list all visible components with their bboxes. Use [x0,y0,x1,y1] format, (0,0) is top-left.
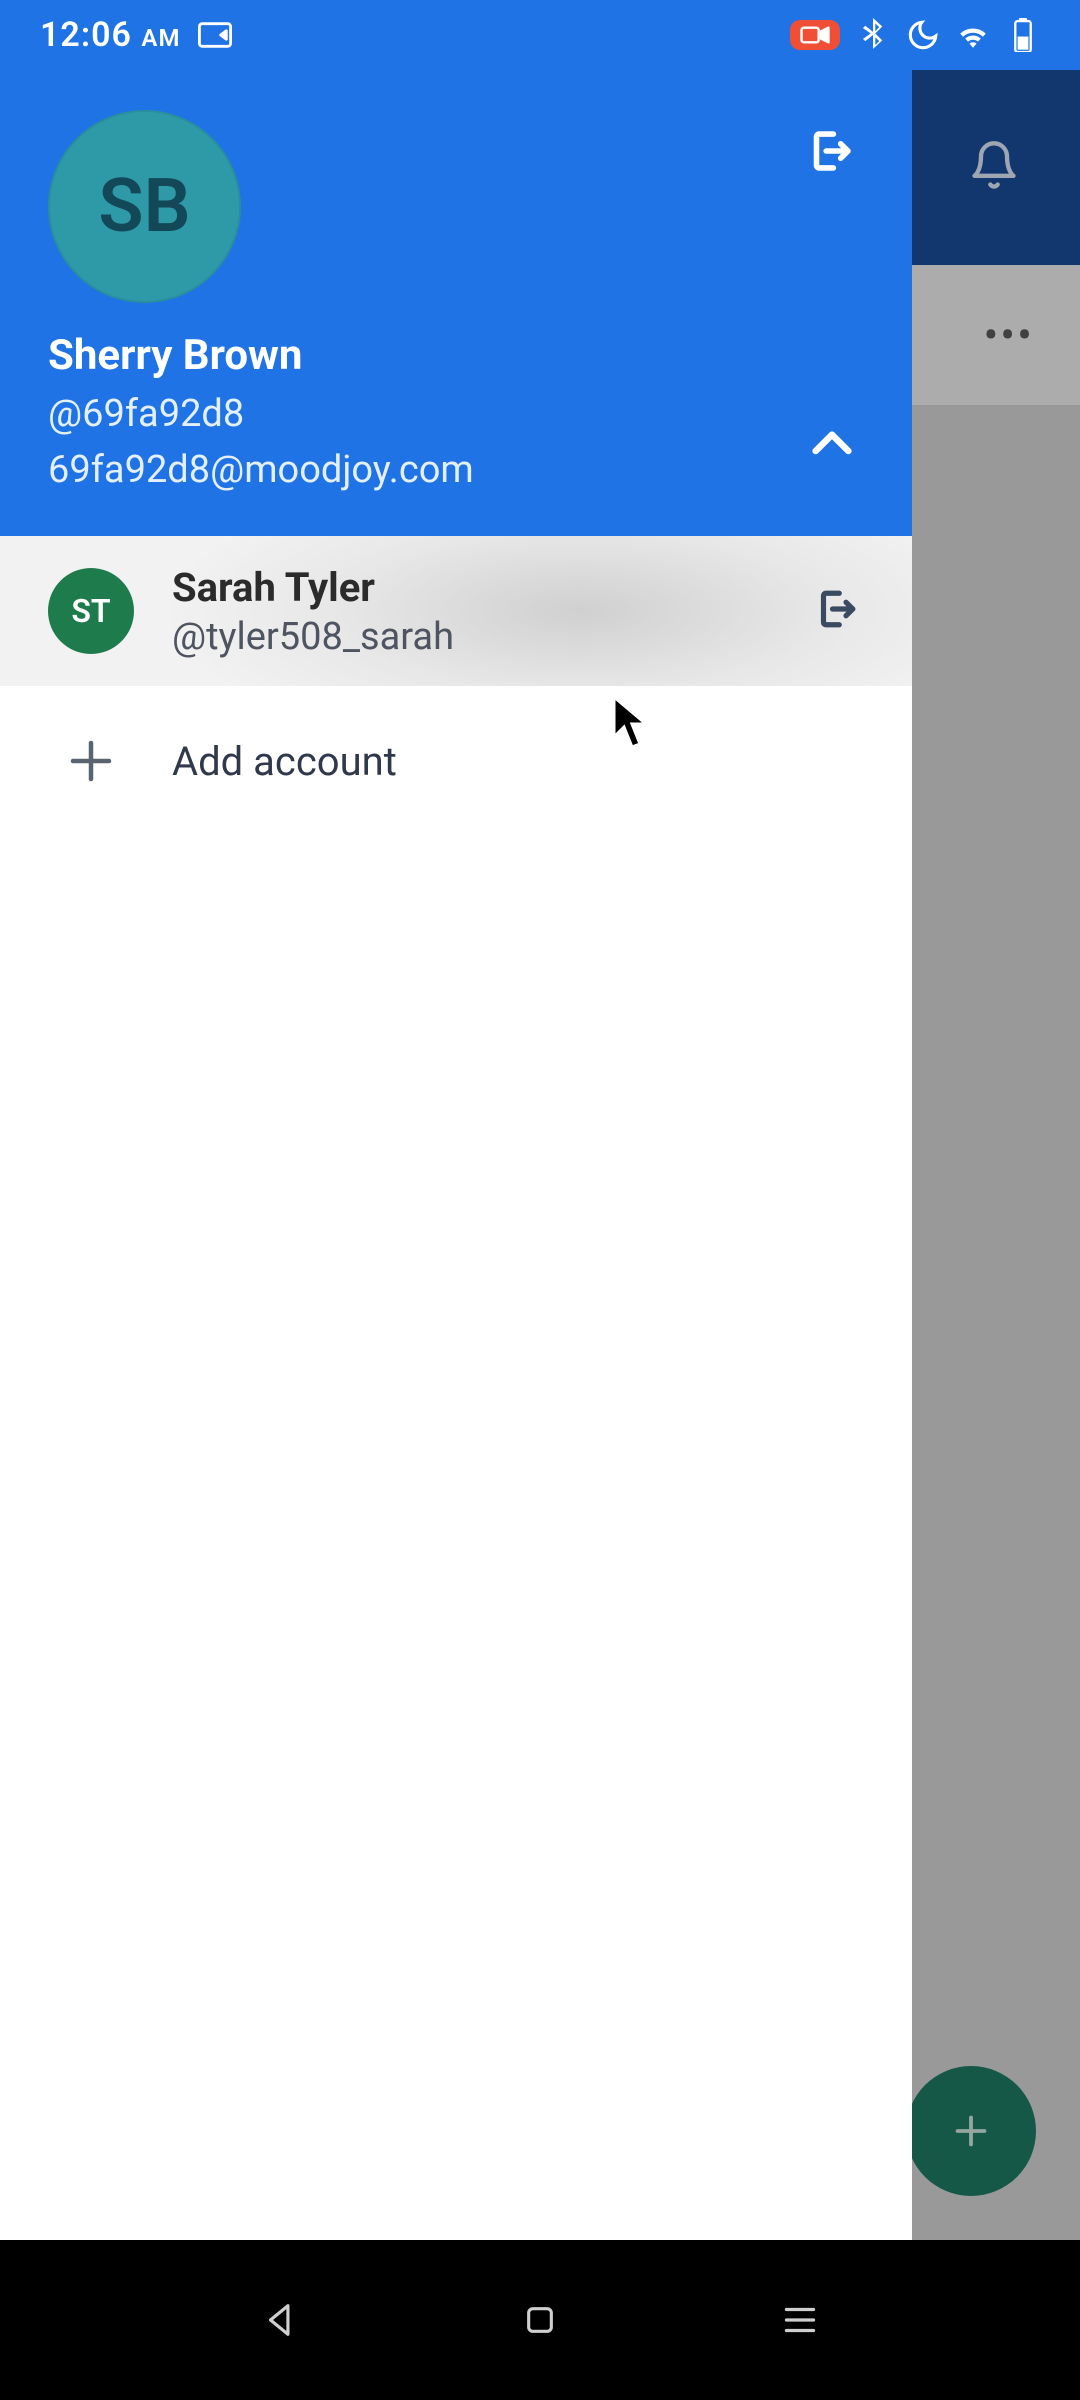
nav-back-button[interactable] [250,2290,310,2350]
current-account-handle: @69fa92d8 [48,392,864,436]
avatar-initials: ST [71,592,110,630]
avatar-initials: SB [98,163,190,250]
plus-icon [48,718,134,804]
account-name: Sarah Tyler [172,564,772,611]
account-info: Sarah Tyler @tyler508_sarah [172,564,772,659]
drawer-header: SB Sherry Brown @69fa92d8 69fa92d8@moodj… [0,70,912,536]
chevron-up-icon [804,416,860,472]
add-account-label: Add account [172,738,397,785]
account-avatar: ST [48,568,134,654]
collapse-accounts-button[interactable] [804,416,860,476]
current-account-avatar[interactable]: SB [48,110,241,303]
current-account-email: 69fa92d8@moodjoy.com [48,448,864,492]
sign-out-account-button[interactable] [810,582,864,640]
cast-icon [198,18,232,52]
wifi-icon [956,18,990,52]
current-account-name: Sherry Brown [48,331,864,380]
nav-recent-button[interactable] [770,2290,830,2350]
account-handle: @tyler508_sarah [172,615,772,659]
signout-icon [810,582,864,636]
bluetooth-icon [856,18,890,52]
sign-out-button[interactable] [802,122,860,184]
account-drawer: SB Sherry Brown @69fa92d8 69fa92d8@moodj… [0,70,912,2240]
add-account-item[interactable]: Add account [0,686,912,836]
nav-home-button[interactable] [510,2290,570,2350]
battery-icon [1006,18,1040,52]
status-time: 12:06 AM [40,15,180,55]
android-nav-bar [0,2240,1080,2400]
switch-account-item[interactable]: ST Sarah Tyler @tyler508_sarah [0,536,912,686]
status-bar: 12:06 AM [0,0,1080,70]
dnd-moon-icon [906,18,940,52]
screen-record-icon [790,20,840,50]
signout-icon [802,122,860,180]
